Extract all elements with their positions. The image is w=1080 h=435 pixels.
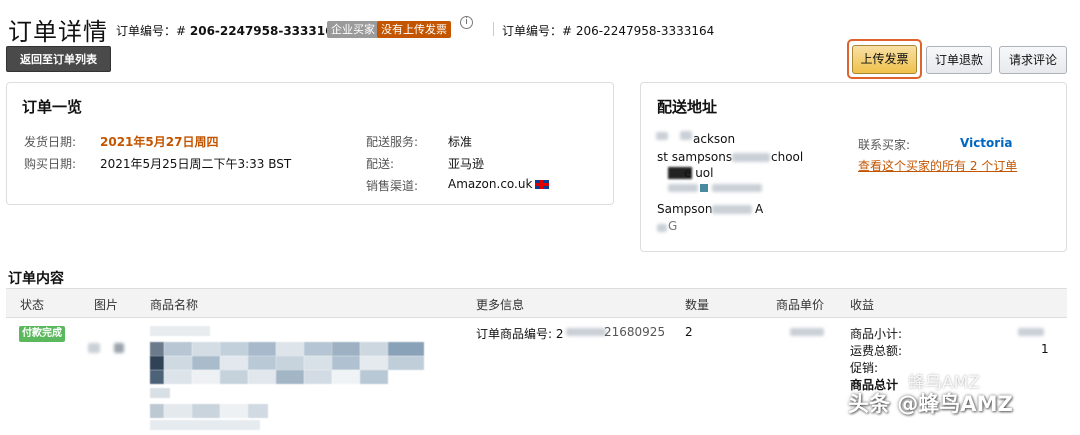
redacted-block [700, 184, 708, 192]
more-info-text: 订单商品编号: 2 [476, 327, 564, 341]
address-line-4-tail: A [755, 202, 764, 216]
address-line-5: G [668, 219, 678, 233]
no-invoice-badge: 没有上传发票 [377, 21, 451, 38]
shipping-address-title: 配送地址 [657, 98, 718, 116]
order-number: 订单编号：# 206-2247958-3333164 [116, 22, 342, 39]
ship-service-value: 标准 [448, 135, 473, 149]
column-header-proceeds: 收益 [850, 298, 875, 312]
redacted-block [1018, 328, 1044, 336]
order-content-title: 订单内容 [8, 271, 64, 287]
column-header-image: 图片 [94, 298, 119, 312]
address-line-3: e uol [684, 166, 714, 180]
redacted-block [566, 328, 606, 336]
order-overview-title: 订单一览 [22, 98, 83, 116]
ship-date-value: 2021年5月27日周四 [100, 135, 219, 149]
redacted-block [712, 184, 762, 192]
upload-invoice-button[interactable]: 上传发票 [852, 45, 917, 74]
fulfillment-value: 亚马逊 [448, 157, 485, 171]
header-divider [493, 22, 494, 36]
redacted-block [712, 205, 752, 214]
business-buyer-badge: 企业买家 [327, 21, 379, 38]
order-number-label: 订单编号：# [116, 24, 190, 38]
redacted-block [656, 132, 668, 140]
refund-button[interactable]: 订单退款 [926, 46, 992, 74]
shipping-total-label: 运费总额: [850, 344, 903, 358]
product-name-redacted[interactable] [150, 322, 430, 430]
purchase-date-label: 购买日期: [24, 157, 77, 171]
info-icon[interactable]: i [460, 16, 473, 29]
buyer-name-link[interactable]: Victoria [960, 136, 1012, 150]
quantity-value: 2 [685, 325, 693, 339]
address-line-1: ackson [693, 132, 736, 146]
watermark: 头条 @蜂鸟AMZ [848, 392, 1013, 416]
sales-channel-label: 销售渠道: [366, 179, 419, 193]
column-header-status: 状态 [20, 298, 45, 312]
address-line-2-tail: chool [771, 150, 804, 164]
back-to-orders-button[interactable]: 返回至订单列表 [6, 46, 111, 72]
purchase-date-value: 2021年5月25日周二下午3:33 BST [100, 157, 292, 171]
address-line-2: st sampsons [657, 150, 733, 164]
all-buyer-orders-link[interactable]: 查看这个买家的所有 2 个订单 [858, 157, 1017, 174]
redacted-block [657, 224, 667, 232]
column-header-more-info: 更多信息 [476, 298, 525, 312]
page-title: 订单详情 [8, 18, 108, 46]
column-header-product-name: 商品名称 [150, 298, 199, 312]
column-header-quantity: 数量 [685, 298, 710, 312]
shipping-total-value: 1 [1041, 342, 1049, 356]
ship-date-label: 发货日期: [24, 135, 77, 149]
sales-channel-text: Amazon.co.uk [448, 177, 533, 191]
uk-flag-icon [535, 180, 550, 189]
more-info-tail: 21680925 [604, 325, 666, 339]
order-number-value: 206-2247958-3333164 [189, 24, 342, 38]
redacted-block [668, 184, 698, 192]
address-line-4: Sampson [657, 202, 713, 216]
promotion-label: 促销: [850, 361, 879, 375]
subtotal-label: 商品小计: [850, 327, 903, 341]
redacted-block [790, 328, 824, 336]
redacted-block [114, 343, 124, 353]
ship-service-label: 配送服务: [366, 135, 419, 149]
request-review-button[interactable]: 请求评论 [999, 46, 1067, 74]
contact-buyer-label: 联系买家: [858, 138, 911, 152]
order-number-secondary: 订单编号：# 206-2247958-3333164 [502, 24, 715, 38]
product-image[interactable] [88, 343, 100, 353]
column-header-unit-price: 商品单价 [776, 298, 825, 312]
redacted-block [680, 131, 692, 140]
payment-complete-badge: 付款完成 [19, 326, 65, 342]
fulfillment-label: 配送: [366, 157, 395, 171]
redacted-block [732, 153, 770, 162]
sales-channel-value: Amazon.co.uk [448, 177, 550, 191]
